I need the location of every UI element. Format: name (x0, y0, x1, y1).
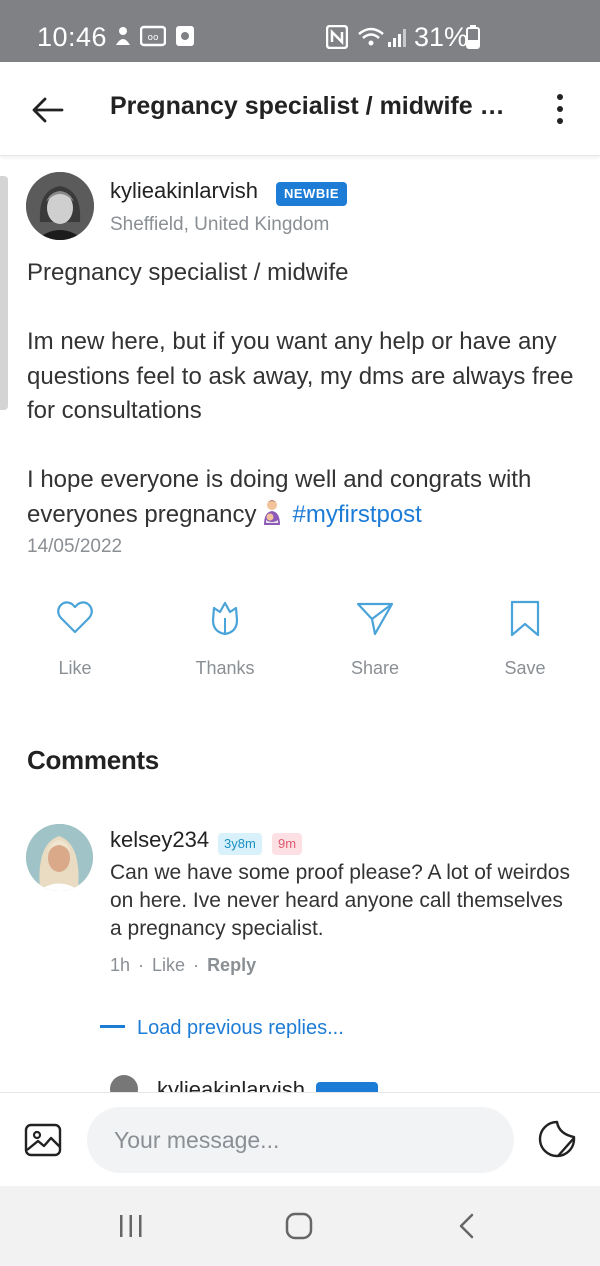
reply-newbie-badge (316, 1082, 378, 1092)
like-label: Like (58, 658, 92, 678)
voicemail-icon: oo (140, 25, 166, 47)
like-button[interactable]: Like (15, 598, 135, 679)
comment-author[interactable]: kelsey234 (110, 827, 209, 853)
load-previous-replies-button[interactable]: Load previous replies... (100, 1017, 344, 1040)
comment-meta: 1h · Like · Reply (110, 955, 257, 975)
save-button[interactable]: Save (465, 598, 585, 679)
home-icon[interactable] (284, 1212, 314, 1240)
post-hashtag[interactable]: #myfirstpost (292, 501, 421, 528)
nfc-icon (326, 25, 348, 49)
svg-text:oo: oo (147, 33, 159, 43)
post-date: 14/05/2022 (27, 536, 123, 557)
breastfeeding-emoji-icon (264, 499, 281, 525)
image-icon[interactable] (24, 1121, 62, 1159)
comment-text: Can we have some proof please? A lot of … (110, 861, 570, 940)
save-label: Save (504, 658, 546, 678)
app-bar: Pregnancy specialist / midwife I... (0, 62, 600, 156)
dash-icon (100, 1025, 125, 1028)
wifi-icon (358, 27, 384, 46)
battery-percent: 31% (414, 22, 469, 52)
more-options-icon[interactable] (545, 92, 575, 128)
heart-icon (57, 601, 93, 634)
commenter-avatar[interactable] (26, 824, 93, 891)
post-paragraph-1: Im new here, but if you want any help or… (27, 328, 574, 424)
share-label: Share (350, 658, 400, 678)
reply-preview: kylieakinlarvish (0, 1070, 600, 1092)
app-notification-icon (176, 26, 194, 46)
battery-icon (466, 25, 480, 49)
scroll-indicator[interactable] (0, 176, 8, 410)
back-arrow-icon[interactable] (28, 90, 68, 130)
system-navigation-bar (0, 1186, 600, 1266)
thanks-button[interactable]: Thanks (165, 598, 285, 679)
status-bar: 10:46 oo 31% (0, 0, 600, 62)
thanks-label: Thanks (195, 658, 255, 678)
signal-icon (388, 29, 406, 47)
recent-apps-icon[interactable] (117, 1212, 145, 1240)
comments-heading: Comments (27, 745, 159, 775)
load-previous-label: Load previous replies... (137, 1017, 344, 1039)
author-location: Sheffield, United Kingdom (110, 214, 330, 235)
comment-like-button[interactable]: Like (152, 955, 185, 975)
page-title: Pregnancy specialist / midwife I... (110, 92, 505, 120)
tulip-icon (211, 601, 239, 636)
author-avatar[interactable] (26, 172, 94, 240)
send-icon (356, 602, 394, 636)
share-button[interactable]: Share (315, 598, 435, 679)
comment-reply-button[interactable]: Reply (207, 955, 256, 975)
sticker-icon[interactable] (537, 1119, 577, 1159)
bookmark-icon (510, 600, 540, 637)
post-author[interactable]: kylieakinlarvish (110, 178, 258, 204)
reply-author[interactable]: kylieakinlarvish (157, 1077, 305, 1092)
newbie-badge: NEWBIE (276, 182, 347, 206)
child-age-badge: 3y8m (218, 833, 262, 855)
back-nav-icon[interactable] (455, 1212, 479, 1240)
notification-icon (116, 27, 130, 45)
message-composer (0, 1092, 600, 1186)
comment-time: 1h (110, 955, 131, 975)
message-input[interactable] (87, 1107, 514, 1173)
status-time: 10:46 (37, 22, 108, 52)
post-title-line: Pregnancy specialist / midwife (27, 259, 349, 286)
post-body: Pregnancy specialist / midwife Im new he… (27, 256, 577, 532)
pregnancy-badge: 9m (272, 833, 303, 855)
reply-avatar[interactable] (110, 1075, 138, 1092)
